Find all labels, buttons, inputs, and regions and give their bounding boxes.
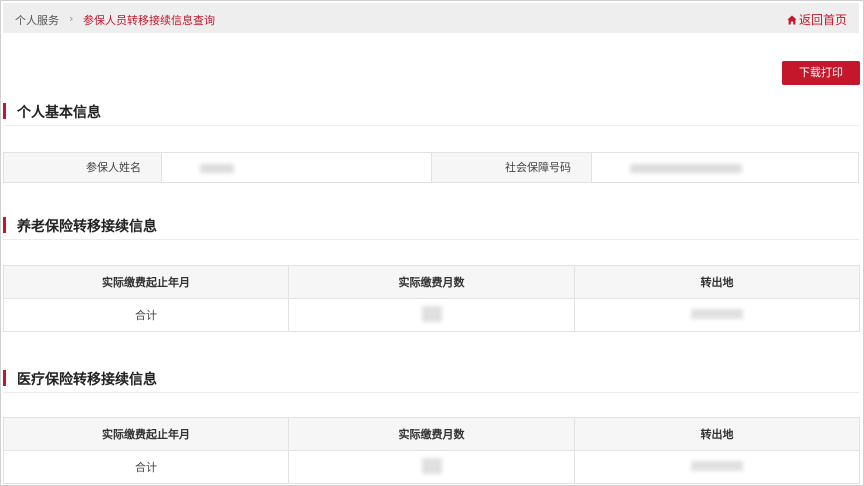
section-title-pension: 养老保险转移接续信息 [3,209,859,240]
section-accent-bar [3,103,6,119]
ssn-value [592,153,858,182]
column-header: 实际缴费起止年月 [3,265,289,299]
column-header: 转出地 [574,417,860,451]
redacted-months-cell [288,298,575,332]
back-home-link[interactable]: 返回首页 [787,11,847,28]
column-header: 转出地 [574,265,860,299]
table-row: 合计 [3,298,860,332]
download-print-button[interactable]: 下载打印 [782,61,860,85]
breadcrumb-separator: › [69,12,74,25]
page: 个人服务 › 参保人员转移接续信息查询 返回首页 下载打印 个人基本信息 参保人… [0,0,864,486]
section-title-basic-info: 个人基本信息 [3,95,859,126]
section-accent-bar [3,370,6,386]
breadcrumb: 个人服务 › 参保人员转移接续信息查询 返回首页 [3,3,859,33]
section-title-text: 医疗保险转移接续信息 [17,372,157,388]
section-title-text: 个人基本信息 [17,105,101,121]
section-accent-bar [3,217,6,233]
column-header: 实际缴费月数 [288,417,575,451]
column-header: 实际缴费起止年月 [3,417,289,451]
column-header: 实际缴费月数 [288,265,575,299]
home-icon [787,15,797,24]
redacted-value [691,308,743,319]
section-title-text: 养老保险转移接续信息 [17,219,157,235]
redacted-name [200,164,234,173]
breadcrumb-current: 参保人员转移接续信息查询 [83,14,215,27]
insured-name-value [162,153,432,182]
section-title-medical: 医疗保险转移接续信息 [3,362,859,393]
pension-table: 实际缴费起止年月 实际缴费月数 转出地 合计 [3,265,860,332]
total-label-cell: 合计 [3,298,289,332]
table-header-row: 实际缴费起止年月 实际缴费月数 转出地 [3,265,860,299]
redacted-value [421,457,442,474]
redacted-origin-cell [574,298,860,332]
breadcrumb-home-link[interactable]: 个人服务 [15,12,59,28]
redacted-value [691,460,743,471]
basic-info-row: 参保人姓名 社会保障号码 [3,152,859,183]
redacted-value [421,305,442,322]
table-row: 合计 [3,450,860,484]
redacted-months-cell [288,450,575,484]
back-home-label: 返回首页 [798,13,847,27]
total-label-cell: 合计 [3,450,289,484]
medical-table: 实际缴费起止年月 实际缴费月数 转出地 合计 [3,417,860,484]
redacted-origin-cell [574,450,860,484]
insured-name-label: 参保人姓名 [4,153,162,182]
redacted-ssn [630,164,742,173]
ssn-label: 社会保障号码 [432,153,592,182]
table-header-row: 实际缴费起止年月 实际缴费月数 转出地 [3,417,860,451]
